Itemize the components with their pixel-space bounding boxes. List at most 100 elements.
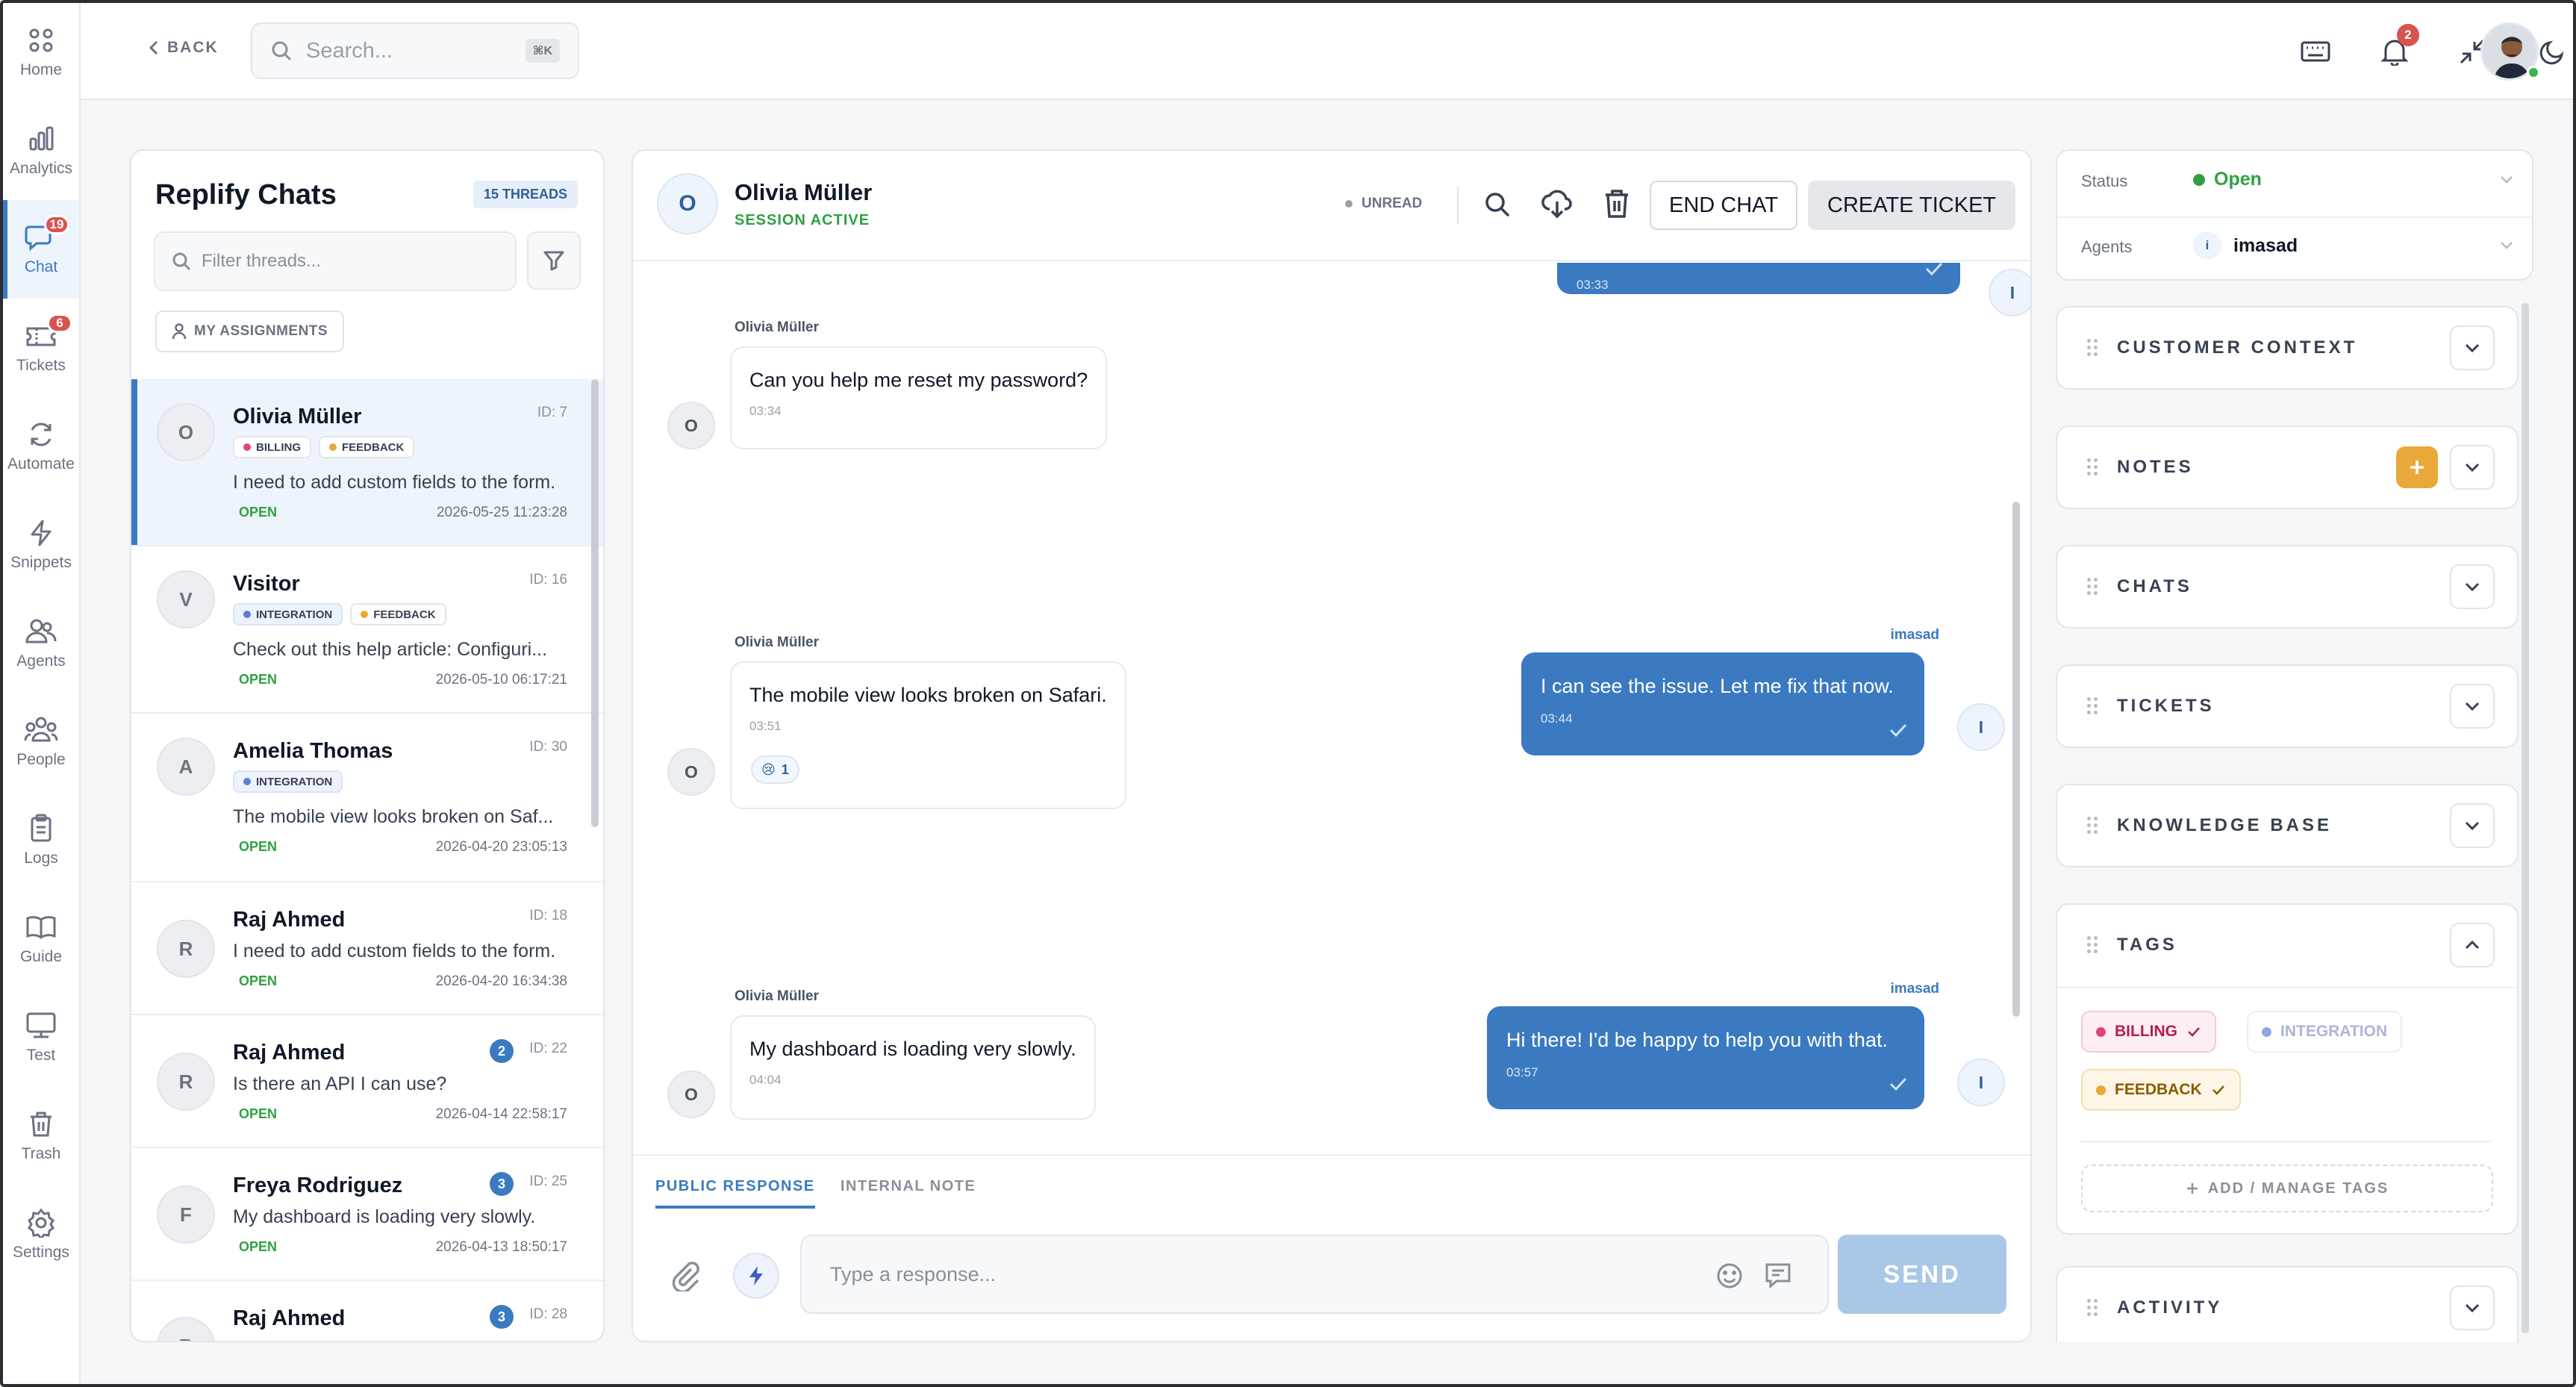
canned-response-icon[interactable] <box>1763 1260 1793 1290</box>
status-dot <box>2193 173 2205 186</box>
drag-handle-icon[interactable] <box>2087 1299 2098 1316</box>
keyboard-shortcuts-button[interactable] <box>2295 33 2336 70</box>
thread-preview: Check out this help article: Configuri..… <box>233 639 548 660</box>
thread-item[interactable]: O Olivia Müller ID: 7 BILLING FEEDBACK I… <box>131 379 603 546</box>
thread-item[interactable]: F Freya Rodriguez 3 ID: 25 My dashboard … <box>131 1148 603 1281</box>
nav-logs[interactable]: Logs <box>3 791 79 890</box>
section-activity[interactable]: ACTIVITY <box>2056 1266 2519 1342</box>
nav-people[interactable]: People <box>3 693 79 791</box>
tag-toggle-feedback[interactable]: FEEDBACK <box>2081 1069 2241 1111</box>
thread-item[interactable]: A Amelia Thomas ID: 30 INTEGRATION The m… <box>131 714 603 882</box>
nav-agents[interactable]: Agents <box>3 594 79 693</box>
section-tickets[interactable]: TICKETS <box>2056 664 2519 748</box>
details-scrollbar[interactable] <box>2522 303 2529 1333</box>
tab-internal-note[interactable]: INTERNAL NOTE <box>841 1178 976 1206</box>
tab-public-response[interactable]: PUBLIC RESPONSE <box>655 1178 815 1209</box>
tag-toggle-integration[interactable]: INTEGRATION <box>2247 1011 2403 1053</box>
emoji-icon[interactable] <box>1715 1262 1744 1290</box>
messages-scrollbar[interactable] <box>2012 502 2020 1017</box>
status-card: Status Open Agents i imasad <box>2056 149 2533 281</box>
thread-id: ID: 25 <box>529 1174 567 1189</box>
customer-avatar: O <box>667 1070 715 1118</box>
snippets-button[interactable] <box>733 1253 779 1299</box>
send-button[interactable]: SEND <box>1838 1235 2006 1314</box>
nav-settings[interactable]: Settings <box>3 1185 79 1284</box>
response-input[interactable]: Type a response... <box>800 1235 1829 1314</box>
drag-handle-icon[interactable] <box>2087 339 2098 356</box>
thread-item[interactable]: R Raj Ahmed ID: 18 I need to add custom … <box>131 882 603 1015</box>
thread-item[interactable]: R Raj Ahmed 3 ID: 28 <box>131 1281 603 1341</box>
notifications-button[interactable]: 2 <box>2374 24 2419 70</box>
thread-id: ID: 7 <box>537 405 567 420</box>
thread-avatar: R <box>157 920 215 978</box>
search-chat-button[interactable] <box>1482 190 1512 219</box>
message-sender: Olivia Müller <box>735 988 819 1004</box>
expand-button[interactable] <box>2450 445 2495 490</box>
agent-avatar: I <box>1957 703 2005 751</box>
thread-avatar: A <box>157 738 215 796</box>
search-placeholder: Search... <box>306 38 393 63</box>
people-icon <box>24 715 58 745</box>
nav-home[interactable]: Home <box>3 3 79 102</box>
collapse-button[interactable] <box>2450 923 2495 967</box>
manage-tags-button[interactable]: ADD / MANAGE TAGS <box>2081 1165 2493 1212</box>
tag-dot <box>2096 1026 2106 1037</box>
drag-handle-icon[interactable] <box>2087 458 2098 476</box>
check-icon <box>1924 263 1944 276</box>
attach-button[interactable] <box>669 1259 702 1291</box>
drag-handle-icon[interactable] <box>2087 817 2098 834</box>
nav-snippets[interactable]: Snippets <box>3 496 79 594</box>
add-note-button[interactable] <box>2396 446 2438 488</box>
tag-toggle-billing[interactable]: BILLING <box>2081 1011 2216 1053</box>
tag-label: BILLING <box>2115 1023 2177 1040</box>
create-ticket-button[interactable]: CREATE TICKET <box>1808 181 2016 230</box>
thread-item[interactable]: V Visitor ID: 16 INTEGRATION FEEDBACK Ch… <box>131 546 603 714</box>
nav-label: Agents <box>16 652 66 670</box>
section-chats[interactable]: CHATS <box>2056 545 2519 629</box>
status-select[interactable]: Open <box>2193 169 2514 190</box>
delete-chat-button[interactable] <box>1603 188 1630 219</box>
section-notes[interactable]: NOTES <box>2056 426 2519 509</box>
expand-button[interactable] <box>2450 803 2495 848</box>
expand-button[interactable] <box>2450 325 2495 370</box>
download-button[interactable] <box>1541 188 1574 219</box>
filter-button[interactable] <box>527 231 581 290</box>
nav-analytics[interactable]: Analytics <box>3 102 79 200</box>
filter-threads-input[interactable]: Filter threads... <box>154 231 517 291</box>
session-status: SESSION ACTIVE <box>735 212 870 228</box>
my-assignments-button[interactable]: MY ASSIGNMENTS <box>155 311 345 352</box>
unread-count-badge: 2 <box>490 1039 514 1063</box>
threads-scrollbar[interactable] <box>591 379 599 827</box>
nav-chat[interactable]: 19 Chat <box>3 200 79 299</box>
drag-handle-icon[interactable] <box>2087 697 2098 714</box>
drag-handle-icon[interactable] <box>2087 578 2098 595</box>
tag-label: INTEGRATION <box>256 608 333 621</box>
section-knowledge-base[interactable]: KNOWLEDGE BASE <box>2056 784 2519 867</box>
message-text: Can you help me reset my password? <box>749 369 1088 391</box>
reaction-chip[interactable]: 😢 1 <box>751 755 799 784</box>
nav-test[interactable]: Test <box>3 988 79 1087</box>
chevron-down-icon <box>2463 342 2481 354</box>
global-search-input[interactable]: Search... ⌘K <box>251 22 579 79</box>
settings-icon <box>26 1208 56 1238</box>
nav-trash[interactable]: Trash <box>3 1087 79 1185</box>
logs-icon <box>26 814 56 844</box>
nav-tickets[interactable]: 6 Tickets <box>3 299 79 397</box>
expand-button[interactable] <box>2450 684 2495 729</box>
back-button[interactable]: BACK <box>148 39 219 57</box>
thread-name: Raj Ahmed <box>233 1041 346 1065</box>
thread-item[interactable]: R Raj Ahmed 2 ID: 22 Is there an API I c… <box>131 1015 603 1148</box>
dark-mode-toggle[interactable] <box>2533 33 2573 70</box>
agents-select[interactable]: i imasad <box>2193 231 2514 260</box>
threads-count-badge: 15 THREADS <box>473 181 578 208</box>
expand-button[interactable] <box>2450 564 2495 609</box>
section-customer-context[interactable]: CUSTOMER CONTEXT <box>2056 306 2519 390</box>
drag-handle-icon[interactable] <box>2087 936 2098 953</box>
mark-unread-toggle[interactable]: UNREAD <box>1345 196 1422 212</box>
nav-automate[interactable]: Automate <box>3 397 79 496</box>
end-chat-button[interactable]: END CHAT <box>1650 181 1798 230</box>
nav-guide[interactable]: Guide <box>3 890 79 988</box>
thread-status: OPEN <box>239 839 278 854</box>
expand-button[interactable] <box>2450 1285 2495 1330</box>
tag-dot <box>2262 1026 2271 1037</box>
